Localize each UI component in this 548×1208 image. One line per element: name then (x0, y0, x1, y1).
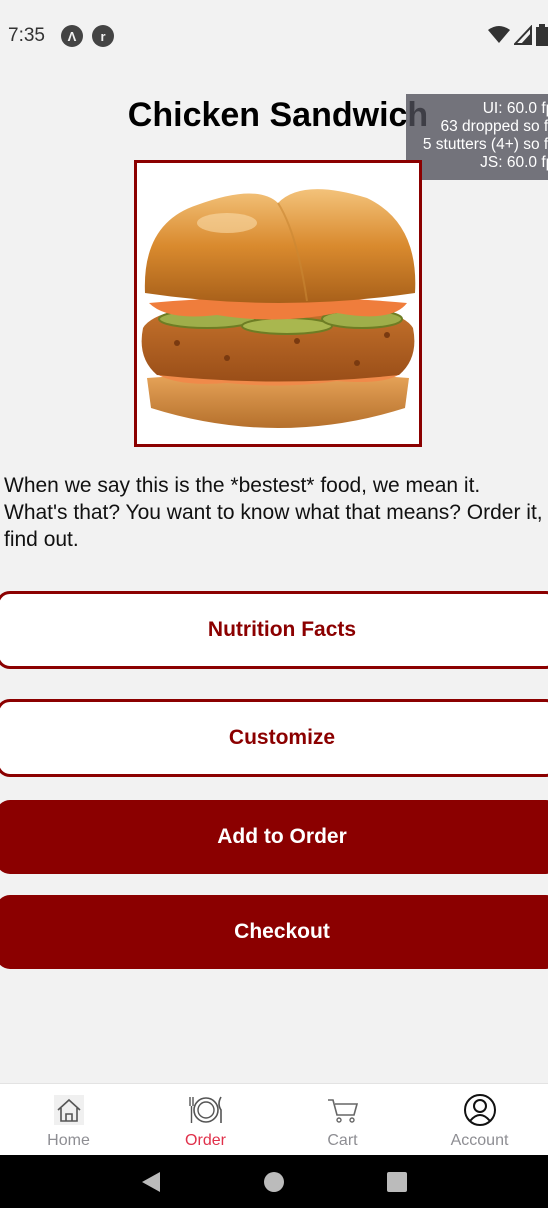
perf-dropped: 63 dropped so far (440, 118, 548, 135)
perf-stutters: 5 stutters (4+) so far (422, 136, 548, 153)
add-to-order-button[interactable]: Add to Order (0, 800, 548, 874)
tab-cart[interactable]: Cart (274, 1084, 411, 1155)
battery-icon (536, 24, 548, 46)
tab-account-label: Account (450, 1132, 509, 1149)
bottom-tab-bar: Home Order Cart Account (0, 1083, 548, 1155)
status-bar: 7:35 Λ r (0, 0, 548, 72)
home-icon (51, 1092, 87, 1128)
tab-account[interactable]: Account (411, 1084, 548, 1155)
recents-button[interactable] (382, 1167, 412, 1197)
back-icon (142, 1171, 161, 1192)
tab-cart-label: Cart (327, 1132, 358, 1149)
perf-monitor: UI: 60.0 fps 63 dropped so far 5 stutter… (406, 94, 548, 180)
wifi-icon (488, 26, 510, 43)
tab-order[interactable]: Order (137, 1084, 274, 1155)
back-button[interactable] (136, 1167, 166, 1197)
checkout-button[interactable]: Checkout (0, 895, 548, 969)
perf-ui-fps: UI: 60.0 fps (482, 100, 548, 117)
chicken-sandwich-photo (137, 163, 419, 444)
plate-icon (188, 1092, 224, 1128)
status-time: 7:35 (8, 25, 45, 46)
account-icon (462, 1092, 498, 1128)
android-nav-bar (0, 1155, 548, 1208)
signal-icon (514, 25, 532, 45)
checkout-label: Checkout (234, 920, 330, 943)
recents-icon (386, 1171, 407, 1192)
perf-js-fps: JS: 60.0 fps (480, 154, 548, 171)
customize-button[interactable]: Customize (0, 699, 548, 777)
home-circle-icon (263, 1171, 284, 1192)
product-description: When we say this is the *bestest* food, … (4, 474, 543, 551)
nutrition-facts-label: Nutrition Facts (207, 618, 357, 641)
nutrition-facts-button[interactable]: Nutrition Facts (0, 591, 548, 669)
product-image (134, 160, 422, 447)
tab-home[interactable]: Home (0, 1084, 137, 1155)
tab-order-label: Order (185, 1132, 226, 1149)
add-to-order-label: Add to Order (217, 825, 347, 848)
react-notification-icon: r (91, 25, 114, 47)
cart-icon (325, 1092, 361, 1128)
tab-home-label: Home (47, 1132, 90, 1149)
status-right-icons (488, 24, 548, 46)
customize-label: Customize (228, 726, 336, 749)
expo-icon: Λ (60, 25, 83, 47)
home-nav-button[interactable] (259, 1167, 289, 1197)
